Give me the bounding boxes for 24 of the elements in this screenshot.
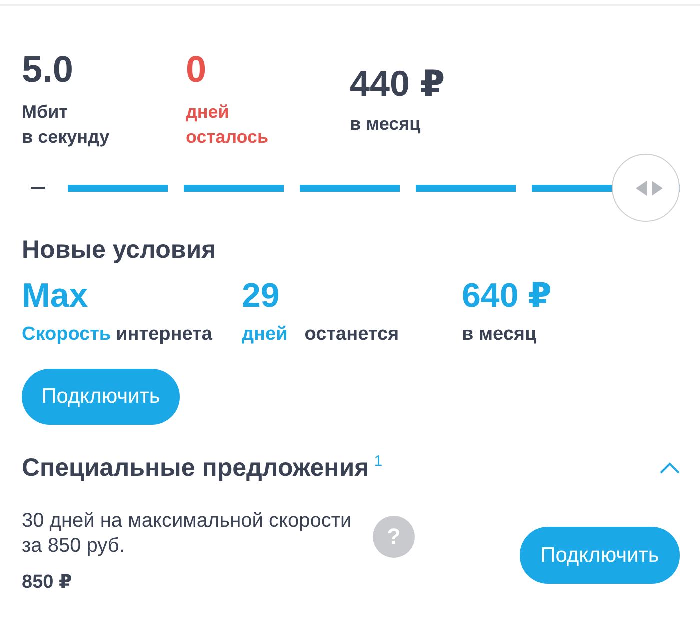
offer-description: 30 дней на максимальной скорости за 850 руб. <box>22 509 353 559</box>
slider-track[interactable] <box>68 154 680 222</box>
term-value: 640 ₽ <box>462 277 553 315</box>
section-title: Новые условия <box>22 235 218 265</box>
stat-label: Мбит в секунду <box>22 101 110 149</box>
offer-price: 850 ₽ <box>22 571 74 595</box>
term-value: 29 <box>242 277 281 315</box>
stat-value: 440 ₽ <box>350 64 446 104</box>
term-label: интернета <box>116 324 212 345</box>
left-right-arrows-icon <box>636 180 662 196</box>
stat-value: 5.0 <box>22 50 74 90</box>
connect-button[interactable]: Подключить <box>22 369 180 425</box>
stat-label: в месяц <box>350 113 421 136</box>
term-keyword: Скорость <box>22 324 112 345</box>
term-label: в месяц <box>462 324 537 345</box>
connect-button[interactable]: Подключить <box>520 527 680 584</box>
term-label: останется <box>304 324 400 345</box>
term-value: Max <box>22 277 90 315</box>
stat-value: 0 <box>186 50 207 90</box>
section-title: Специальные предложения$^{1}$ <box>22 453 383 483</box>
stat-label: дней осталось <box>186 101 269 149</box>
chevron-icon[interactable] <box>660 462 680 474</box>
term-keyword: дней <box>242 324 288 345</box>
help-icon[interactable]: ? <box>373 516 415 558</box>
